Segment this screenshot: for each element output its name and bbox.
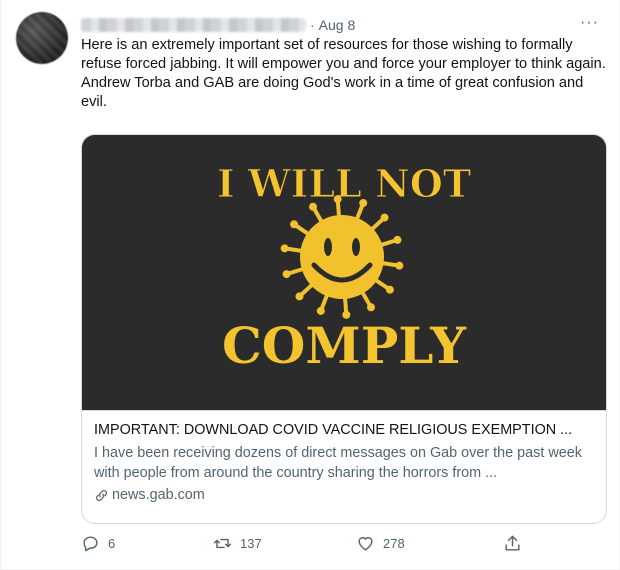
avatar[interactable] — [16, 12, 68, 64]
reply-count: 6 — [108, 536, 116, 551]
retweet-icon — [213, 538, 232, 549]
tweet-header: · Aug 8 ··· — [81, 14, 599, 36]
card-image-graphic: I WILL NOT COMPLY — [82, 135, 606, 410]
image-text-bottom: COMPLY — [222, 316, 467, 375]
retweet-button[interactable]: 137 — [213, 534, 262, 553]
tweet-date[interactable]: Aug 8 — [319, 17, 356, 33]
reply-button[interactable]: 6 — [81, 534, 115, 553]
tweet-actions: 6 137 278 — [81, 534, 531, 558]
separator-dot: · — [310, 17, 315, 33]
like-icon — [358, 537, 373, 551]
reply-icon — [83, 536, 98, 552]
card-description: I have been receiving dozens of direct m… — [94, 445, 582, 481]
more-icon[interactable]: ··· — [580, 14, 599, 32]
card-domain: news.gab.com — [112, 487, 205, 503]
author-name-redacted[interactable] — [81, 18, 306, 32]
share-button[interactable] — [503, 534, 530, 553]
link-card[interactable]: I WILL NOT COMPLY IMPORTANT: DOWNLOAD CO… — [81, 134, 607, 524]
card-meta: IMPORTANT: DOWNLOAD COVID VACCINE RELIGI… — [82, 410, 606, 523]
share-icon — [505, 535, 520, 551]
link-icon — [96, 489, 107, 501]
like-count: 278 — [383, 536, 405, 551]
card-image: I WILL NOT COMPLY — [82, 135, 606, 410]
retweet-count: 137 — [240, 536, 262, 551]
like-button[interactable]: 278 — [356, 534, 405, 553]
tweet[interactable]: · Aug 8 ··· Here is an extremely importa… — [0, 0, 620, 570]
card-domain-row: news.gab.com — [94, 487, 594, 503]
card-title: IMPORTANT: DOWNLOAD COVID VACCINE RELIGI… — [94, 422, 573, 438]
image-text-top: I WILL NOT — [217, 161, 471, 206]
tweet-text: Here is an extremely important set of re… — [81, 37, 606, 110]
